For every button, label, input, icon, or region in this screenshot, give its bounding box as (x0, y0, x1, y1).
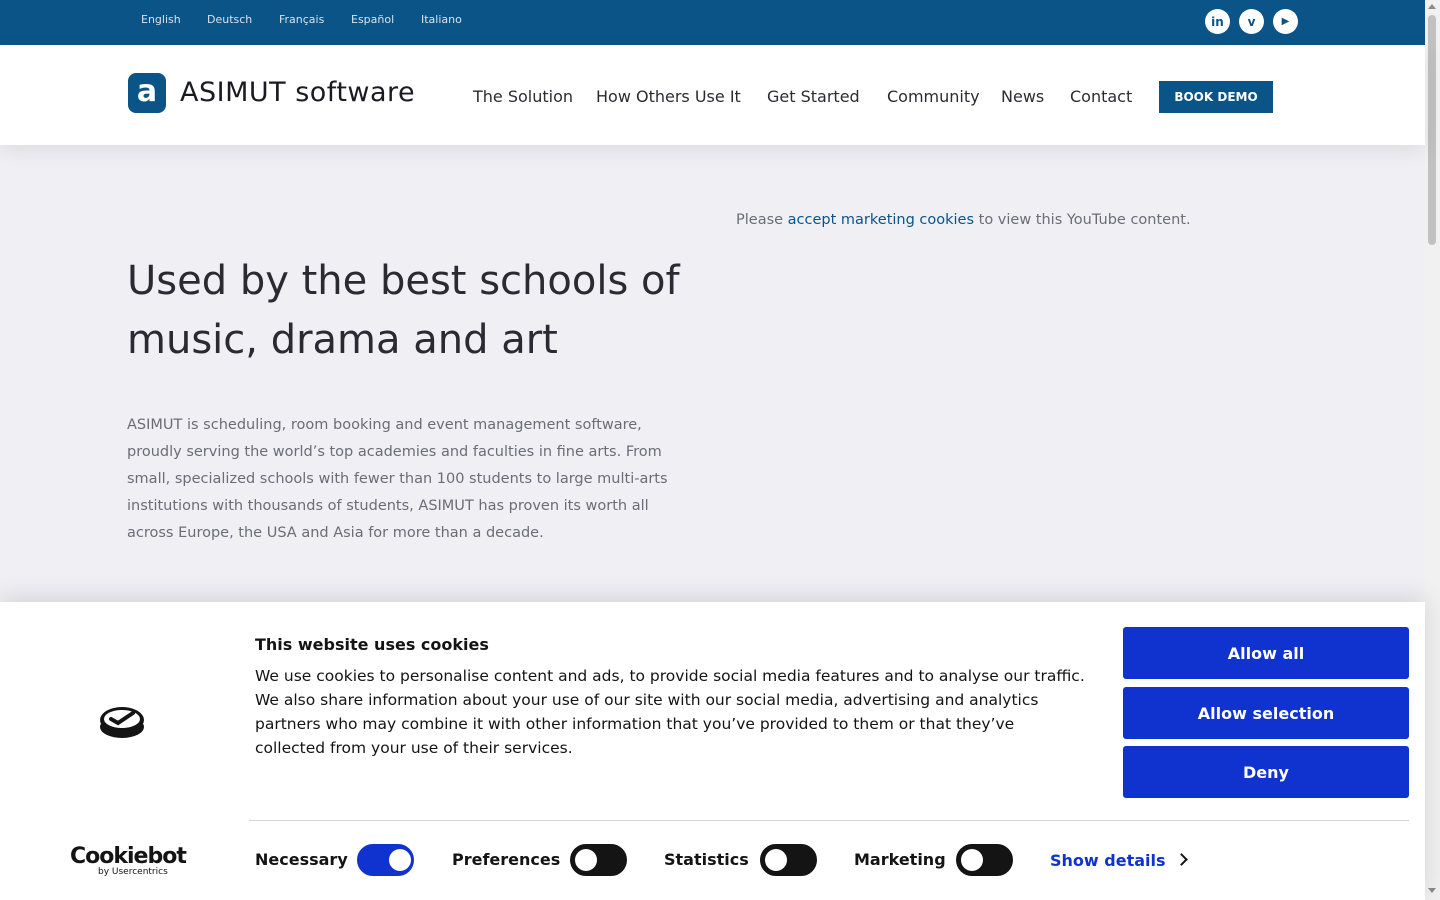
scrollbar-thumb[interactable] (1428, 15, 1436, 245)
toggle-knob (961, 849, 983, 871)
marketing-toggle[interactable] (956, 844, 1013, 876)
logo-letter: a (136, 74, 158, 109)
logo-text[interactable]: ASIMUT software (180, 77, 415, 108)
accept-marketing-cookies-link[interactable]: accept marketing cookies (788, 212, 974, 228)
linkedin-glyph: in (1211, 14, 1224, 29)
cookiebot-logo-icon (100, 707, 144, 738)
youtube-glyph: ▶ (1281, 16, 1290, 27)
toggle-label-necessary: Necessary (255, 850, 348, 869)
preferences-toggle[interactable] (570, 844, 627, 876)
scroll-up-icon[interactable] (1428, 4, 1436, 9)
yt-suffix: to view this YouTube content. (974, 212, 1191, 228)
chevron-right-icon[interactable] (1175, 853, 1188, 866)
hero-title: Used by the best schools of music, drama… (127, 258, 680, 363)
language-english[interactable]: English (141, 13, 181, 26)
nav-get-started[interactable]: Get Started (767, 87, 860, 106)
necessary-toggle[interactable] (357, 844, 414, 876)
cookiebot-brand[interactable]: Cookiebot by Usercentrics (70, 844, 187, 877)
nav-contact[interactable]: Contact (1070, 87, 1132, 106)
toggle-knob (765, 849, 787, 871)
cookie-title: This website uses cookies (255, 635, 489, 654)
toggle-label-marketing: Marketing (854, 850, 946, 869)
toggle-knob (575, 849, 597, 871)
toggle-label-preferences: Preferences (452, 850, 561, 869)
youtube-consent-notice: Please accept marketing cookies to view … (736, 212, 1191, 228)
top-bar: English Deutsch Français Español Italian… (0, 0, 1425, 45)
toggle-label-statistics: Statistics (664, 850, 749, 869)
nav-news[interactable]: News (1001, 87, 1044, 106)
allow-selection-button[interactable]: Allow selection (1123, 687, 1409, 739)
language-italiano[interactable]: Italiano (421, 13, 462, 26)
statistics-toggle[interactable] (760, 844, 817, 876)
language-deutsch[interactable]: Deutsch (207, 13, 252, 26)
cookiebot-wordmark: Cookiebot (70, 844, 187, 869)
site-header: a ASIMUT software The Solution How Other… (0, 45, 1425, 145)
language-francais[interactable]: Français (279, 13, 324, 26)
show-details-link[interactable]: Show details (1050, 851, 1166, 870)
yt-prefix: Please (736, 212, 788, 228)
vimeo-glyph: v (1247, 14, 1256, 29)
nav-the-solution[interactable]: The Solution (473, 87, 573, 106)
nav-how-others-use-it[interactable]: How Others Use It (596, 87, 741, 106)
nav-community[interactable]: Community (887, 87, 980, 106)
hero-description: ASIMUT is scheduling, room booking and e… (127, 417, 668, 541)
vimeo-icon[interactable]: v (1239, 9, 1264, 34)
deny-button[interactable]: Deny (1123, 746, 1409, 798)
youtube-icon[interactable]: ▶ (1273, 9, 1298, 34)
language-espanol[interactable]: Español (351, 13, 394, 26)
cookie-banner: This website uses cookies We use cookies… (0, 602, 1425, 900)
logo-icon[interactable]: a (128, 73, 166, 113)
allow-all-button[interactable]: Allow all (1123, 627, 1409, 679)
linkedin-icon[interactable]: in (1205, 9, 1230, 34)
cookie-text: We use cookies to personalise content an… (255, 667, 1085, 757)
cookie-divider (249, 820, 1409, 821)
toggle-knob (389, 849, 411, 871)
book-demo-button[interactable]: BOOK DEMO (1159, 81, 1273, 113)
scroll-down-icon[interactable] (1428, 888, 1436, 893)
